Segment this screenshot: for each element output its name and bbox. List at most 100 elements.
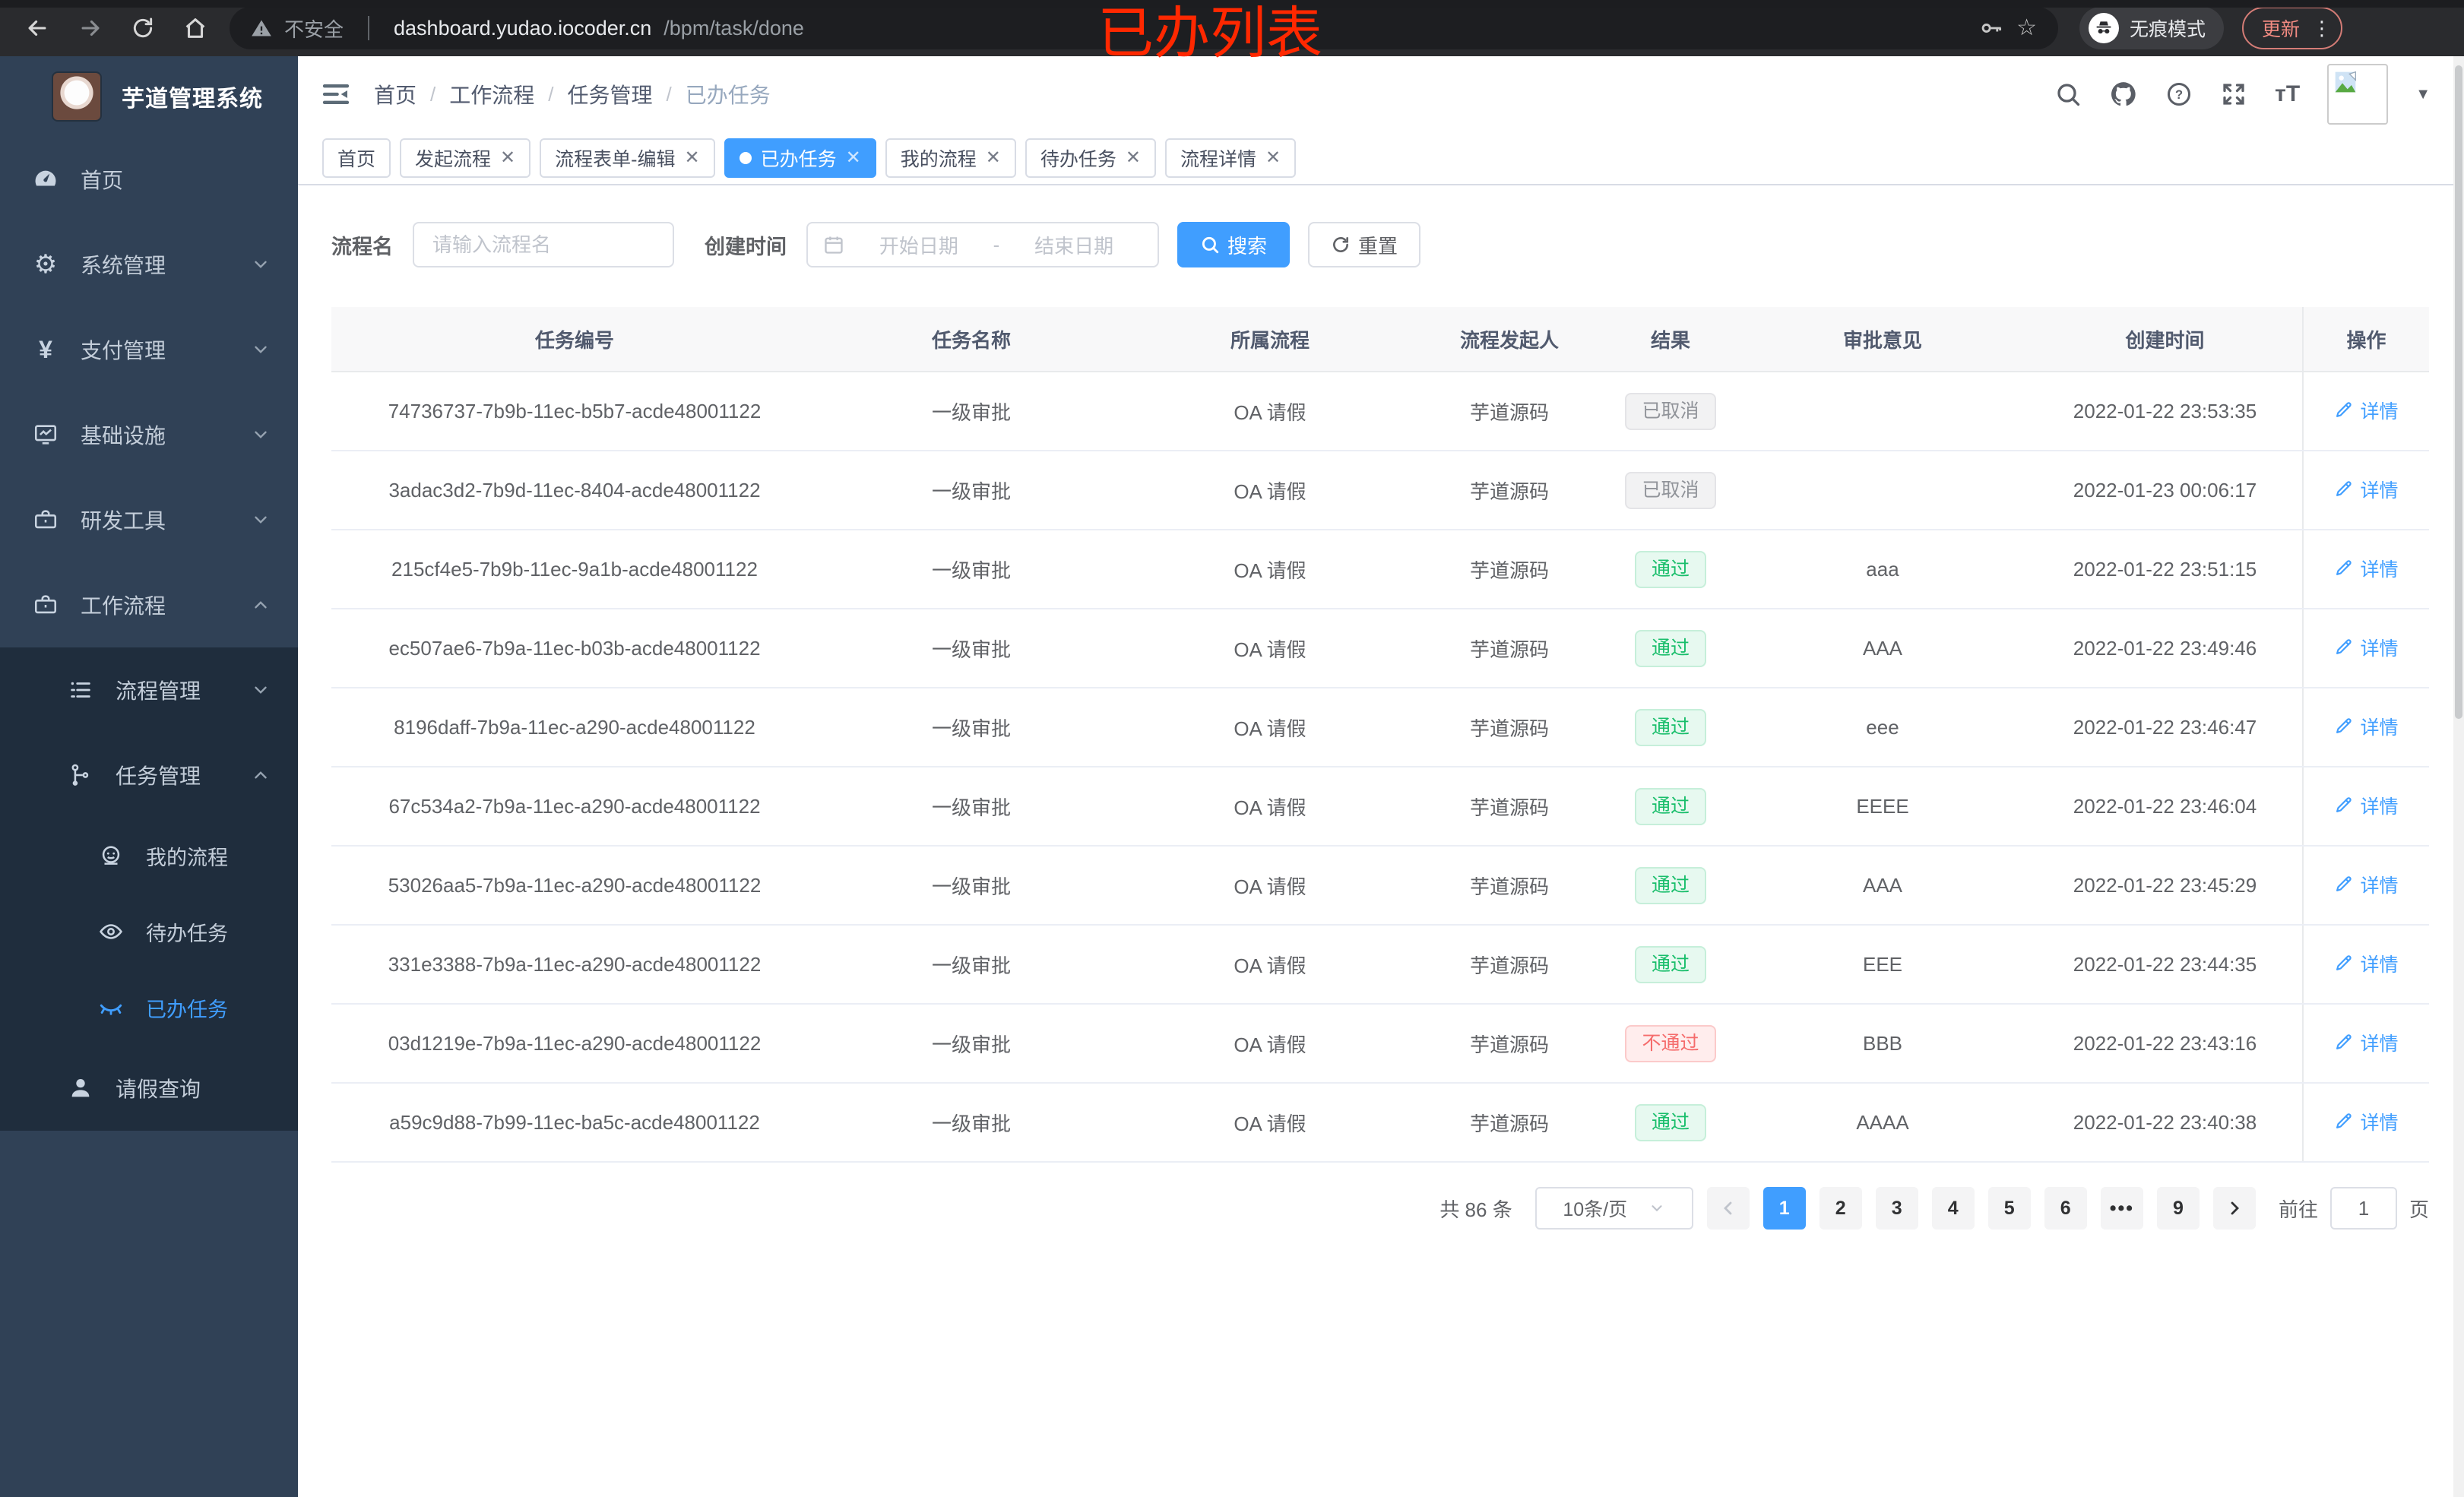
sidebar-collapse-icon[interactable] xyxy=(298,79,374,109)
sidebar-item-2[interactable]: ¥ 支付管理 xyxy=(0,307,298,392)
page-size-select[interactable]: 10条/页 xyxy=(1534,1187,1693,1230)
process-cell: OA 请假 xyxy=(1125,530,1415,609)
result-cell: 已取消 xyxy=(1604,372,1737,451)
detail-link[interactable]: 详情 xyxy=(2334,1029,2399,1056)
sidebar-item-11[interactable]: 请假查询 xyxy=(0,1046,298,1131)
help-icon[interactable]: ? xyxy=(2165,81,2193,108)
sidebar-item-9[interactable]: 待办任务 xyxy=(0,894,298,970)
github-icon[interactable] xyxy=(2109,80,2138,109)
search-icon[interactable] xyxy=(2054,81,2082,108)
date-range-picker[interactable]: 开始日期 - 结束日期 xyxy=(806,222,1159,267)
detail-link[interactable]: 详情 xyxy=(2334,713,2399,740)
detail-link[interactable]: 详情 xyxy=(2334,397,2399,424)
sidebar-item-3[interactable]: 基础设施 xyxy=(0,392,298,477)
time-cell: 2022-01-22 23:53:35 xyxy=(2028,372,2303,451)
app-logo[interactable]: 芋道管理系统 xyxy=(0,56,298,137)
next-page-button[interactable] xyxy=(2212,1187,2256,1230)
comment-cell: AAA xyxy=(1737,609,2028,688)
sidebar-item-1[interactable]: ⚙ 系统管理 xyxy=(0,222,298,307)
action-cell: 详情 xyxy=(2302,530,2429,609)
page-scrollbar[interactable] xyxy=(2453,56,2464,1497)
detail-link[interactable]: 详情 xyxy=(2334,1108,2399,1135)
search-button[interactable]: 搜索 xyxy=(1177,222,1291,267)
close-icon[interactable]: ✕ xyxy=(1126,149,1141,167)
detail-link[interactable]: 详情 xyxy=(2334,476,2399,503)
reset-button[interactable]: 重置 xyxy=(1308,222,1421,267)
task-name-cell: 一级审批 xyxy=(818,451,1125,530)
end-date-placeholder: 结束日期 xyxy=(1034,234,1114,258)
detail-link[interactable]: 详情 xyxy=(2334,555,2399,582)
sidebar-item-0[interactable]: 首页 xyxy=(0,137,298,222)
url-bar[interactable]: 不安全 dashboard.yudao.iocoder.cn/bpm/task/… xyxy=(230,7,2058,49)
starter-cell: 芋道源码 xyxy=(1415,688,1604,767)
sidebar-item-10[interactable]: 已办任务 xyxy=(0,970,298,1046)
tab-3[interactable]: 已办任务 ✕ xyxy=(724,138,876,178)
tab-2[interactable]: 流程表单-编辑 ✕ xyxy=(540,138,715,178)
browser-reload-icon[interactable] xyxy=(131,16,155,40)
close-icon[interactable]: ✕ xyxy=(684,149,699,167)
breadcrumb-home[interactable]: 首页 xyxy=(374,79,416,109)
starter-cell: 芋道源码 xyxy=(1415,1083,1604,1163)
sidebar-item-5[interactable]: 工作流程 xyxy=(0,562,298,647)
detail-link[interactable]: 详情 xyxy=(2334,950,2399,977)
avatar-caret-icon[interactable]: ▼ xyxy=(2415,86,2431,103)
page-button-5[interactable]: 5 xyxy=(1987,1187,2031,1230)
process-cell: OA 请假 xyxy=(1125,846,1415,926)
goto-page-input[interactable] xyxy=(2329,1187,2397,1230)
page-button-3[interactable]: 3 xyxy=(1875,1187,1918,1230)
tab-1[interactable]: 发起流程 ✕ xyxy=(400,138,531,178)
close-icon[interactable]: ✕ xyxy=(846,149,861,167)
browser-update-button[interactable]: 更新 ⋮ xyxy=(2242,7,2343,49)
more-pages-button[interactable]: ••• xyxy=(2100,1187,2143,1230)
sidebar-item-6[interactable]: 流程管理 xyxy=(0,647,298,733)
tab-5[interactable]: 待办任务 ✕ xyxy=(1025,138,1156,178)
page-content: 流程名 创建时间 开始日期 - 结束日期 搜索 重置 xyxy=(298,185,2464,1497)
detail-link[interactable]: 详情 xyxy=(2334,792,2399,819)
chevron-down-icon xyxy=(1648,1200,1665,1217)
action-cell: 详情 xyxy=(2302,1083,2429,1163)
close-icon[interactable]: ✕ xyxy=(1265,149,1281,167)
incognito-icon xyxy=(2089,13,2119,43)
time-cell: 2022-01-23 00:06:17 xyxy=(2028,451,2303,530)
page-button-1[interactable]: 1 xyxy=(1762,1187,1806,1230)
font-size-icon[interactable]: тT xyxy=(2275,81,2300,107)
close-icon[interactable]: ✕ xyxy=(986,149,1001,167)
browser-back-icon[interactable] xyxy=(24,15,50,41)
avatar[interactable] xyxy=(2327,64,2389,125)
sidebar-item-7[interactable]: 任务管理 xyxy=(0,733,298,818)
sidebar-item-8[interactable]: 我的流程 xyxy=(0,818,298,894)
table-header-cell: 任务名称 xyxy=(818,307,1125,372)
browser-forward-icon[interactable] xyxy=(78,15,103,41)
time-cell: 2022-01-22 23:43:16 xyxy=(2028,1004,2303,1084)
page-button-4[interactable]: 4 xyxy=(1931,1187,1975,1230)
browser-home-icon[interactable] xyxy=(182,15,208,41)
browser-menu-icon[interactable]: ⋮ xyxy=(2312,18,2332,38)
breadcrumb-task-mgmt[interactable]: 任务管理 xyxy=(568,79,653,109)
not-secure-icon xyxy=(251,17,272,39)
password-key-icon[interactable] xyxy=(1978,15,2004,41)
detail-link[interactable]: 详情 xyxy=(2334,871,2399,898)
user-icon xyxy=(67,1075,94,1101)
bookmark-star-icon[interactable]: ☆ xyxy=(2016,17,2037,40)
page-button-9[interactable]: 9 xyxy=(2156,1187,2200,1230)
task-name-cell: 一级审批 xyxy=(818,1004,1125,1084)
tab-4[interactable]: 我的流程 ✕ xyxy=(885,138,1016,178)
chevron-icon xyxy=(251,340,271,359)
detail-link[interactable]: 详情 xyxy=(2334,634,2399,661)
chevron-icon xyxy=(251,680,271,700)
task-id-cell: 215cf4e5-7b9b-11ec-9a1b-acde48001122 xyxy=(331,530,818,609)
breadcrumb-workflow[interactable]: 工作流程 xyxy=(449,79,534,109)
time-cell: 2022-01-22 23:46:04 xyxy=(2028,767,2303,847)
process-name-input[interactable] xyxy=(413,222,674,267)
sidebar-item-4[interactable]: 研发工具 xyxy=(0,477,298,562)
time-cell: 2022-01-22 23:45:29 xyxy=(2028,846,2303,926)
tab-0[interactable]: 首页 ✕ xyxy=(322,138,391,178)
tab-6[interactable]: 流程详情 ✕ xyxy=(1164,138,1297,178)
prev-page-button[interactable] xyxy=(1706,1187,1750,1230)
close-icon[interactable]: ✕ xyxy=(500,149,515,167)
scrollbar-thumb[interactable] xyxy=(2455,65,2462,719)
fullscreen-icon[interactable] xyxy=(2220,81,2247,108)
page-button-6[interactable]: 6 xyxy=(2044,1187,2087,1230)
page-button-2[interactable]: 2 xyxy=(1819,1187,1862,1230)
process-cell: OA 请假 xyxy=(1125,451,1415,530)
